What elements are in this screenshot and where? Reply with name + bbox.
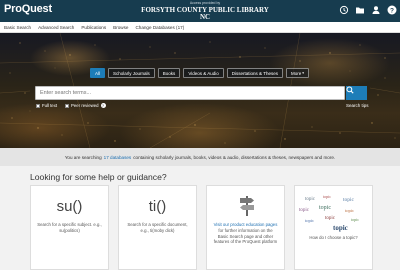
product-education-card[interactable]: Visit our product education pages for fu… <box>206 185 285 270</box>
title-card-text: Search for a specific document, e.g., ti… <box>127 222 188 233</box>
product-education-rest: for further information on the Basic Sea… <box>213 227 278 245</box>
guidance-title: Looking for some help or guidance? <box>30 172 167 182</box>
fulltext-option[interactable]: Full text <box>36 103 57 108</box>
word-cloud-term: topic <box>323 194 331 199</box>
search-button[interactable] <box>346 86 367 100</box>
search-input[interactable] <box>35 86 345 100</box>
fulltext-checkbox[interactable] <box>36 103 40 108</box>
subject-search-card[interactable]: su() Search for a specific subject. e.g.… <box>30 185 109 270</box>
product-education-text: Visit our product education pages for fu… <box>213 222 278 245</box>
access-provided-text: Access provided by <box>189 1 221 5</box>
nav-basic-search[interactable]: Basic Search <box>4 25 31 30</box>
history-icon[interactable] <box>339 5 349 15</box>
chevron-down-icon: ▾ <box>302 71 304 75</box>
word-cloud-term: topic <box>305 197 315 202</box>
nav-change-databases[interactable]: Change Databases (17) <box>135 25 184 30</box>
info-prefix: You are searching <box>64 154 102 160</box>
title-search-card[interactable]: ti() Search for a specific document, e.g… <box>118 185 197 270</box>
topic-word-cloud: topic topic topic topic topic topic topi… <box>295 186 374 270</box>
library-banner: Access provided by FORSYTH COUNTY PUBLIC… <box>140 1 270 21</box>
product-education-link[interactable]: Visit our product education pages <box>214 222 278 227</box>
tab-dissertations-theses[interactable]: Dissertations & Theses <box>226 68 283 78</box>
tab-all[interactable]: All <box>90 68 106 78</box>
peer-reviewed-label: Peer reviewed <box>71 103 99 108</box>
nav-advanced-search[interactable]: Advanced Search <box>38 25 74 30</box>
user-icon[interactable] <box>371 5 381 15</box>
subject-operator: su() <box>56 198 83 215</box>
word-cloud-term: topic <box>333 224 348 232</box>
choose-topic-card[interactable]: topic topic topic topic topic topic topi… <box>294 185 373 270</box>
search-hero: All Scholarly Journals Books Videos & Au… <box>0 33 400 148</box>
word-cloud-term: topic <box>345 208 354 213</box>
help-icon[interactable]: ? <box>387 5 397 15</box>
library-name: FORSYTH COUNTY PUBLIC LIBRARY NC <box>141 5 269 21</box>
word-cloud-term: topic <box>319 205 331 211</box>
top-icons: ? <box>339 5 397 15</box>
word-cloud-term: topic <box>343 197 354 203</box>
proquest-logo[interactable]: ProQuest <box>4 3 52 15</box>
tab-scholarly-journals[interactable]: Scholarly Journals <box>108 68 155 78</box>
word-cloud-term: topic <box>325 216 335 221</box>
word-cloud-term: topic <box>305 218 314 223</box>
tab-more[interactable]: More ▾ <box>285 68 309 78</box>
word-cloud-term: topic <box>299 208 309 213</box>
title-operator: ti() <box>148 198 167 215</box>
info-suffix: containing scholarly journals, books, vi… <box>133 154 336 160</box>
guidance-cards: su() Search for a specific subject. e.g.… <box>30 185 373 270</box>
tab-videos-audio[interactable]: Videos & Audio <box>183 68 224 78</box>
tab-more-label: More <box>290 70 302 76</box>
svg-text:?: ? <box>390 7 394 14</box>
help-circle-icon[interactable]: ? <box>100 103 106 108</box>
signpost-icon <box>240 196 254 216</box>
database-info-bar: You are searching 17 databases containin… <box>0 148 400 166</box>
databases-link[interactable]: 17 databases <box>104 155 132 160</box>
search-icon <box>346 86 354 94</box>
peer-reviewed-option[interactable]: Peer reviewed? <box>65 103 106 108</box>
top-bar: ProQuest Access provided by FORSYTH COUN… <box>0 0 400 22</box>
word-cloud-term: topic <box>351 217 359 222</box>
search-tips-link[interactable]: Search tips <box>346 103 369 108</box>
nav-publications[interactable]: Publications <box>81 25 106 30</box>
tab-books[interactable]: Books <box>157 68 181 78</box>
subject-card-text: Search for a specific subject. e.g., su(… <box>37 222 102 233</box>
fulltext-label: Full text <box>42 103 58 108</box>
peer-reviewed-checkbox[interactable] <box>65 103 70 108</box>
nav-browse[interactable]: Browse <box>113 25 128 30</box>
folder-icon[interactable] <box>355 5 365 15</box>
choose-topic-caption: How do I choose a topic? <box>309 235 358 240</box>
source-type-tabs: All Scholarly Journals Books Videos & Au… <box>90 68 309 78</box>
search-options: Full text Peer reviewed? <box>36 103 106 108</box>
secondary-nav: Basic Search Advanced Search Publication… <box>0 22 400 33</box>
